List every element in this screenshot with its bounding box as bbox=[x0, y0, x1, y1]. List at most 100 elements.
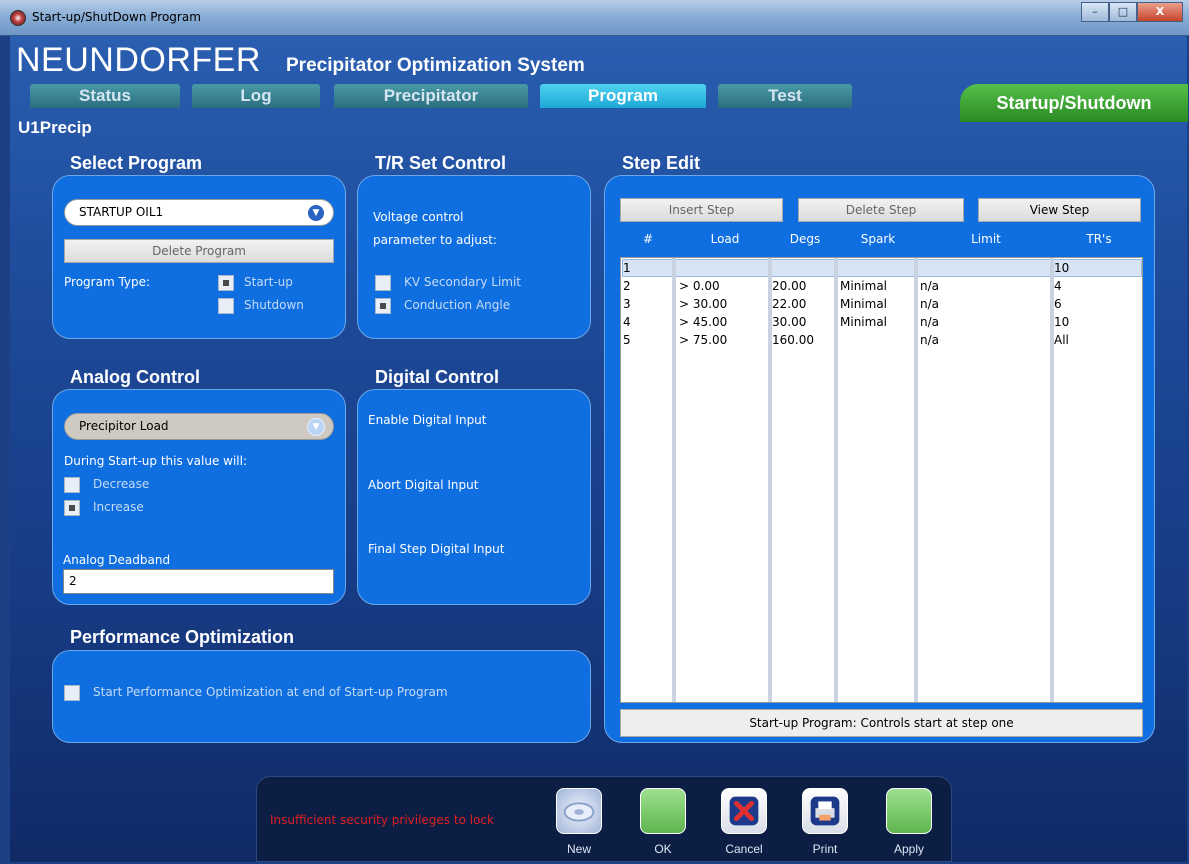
ok-button[interactable] bbox=[640, 788, 686, 834]
unit-label: U1Precip bbox=[18, 118, 92, 137]
conduction-angle-checkbox[interactable] bbox=[375, 298, 391, 314]
cell-load: > 75.00 bbox=[679, 333, 728, 347]
cell-num: 5 bbox=[623, 333, 631, 347]
tab-program[interactable]: Program bbox=[540, 84, 706, 108]
delete-step-button[interactable]: Delete Step bbox=[798, 198, 964, 222]
cell-num: 1 bbox=[623, 261, 631, 275]
tr-set-line1: Voltage control bbox=[373, 210, 464, 224]
table-row[interactable]: 5 > 75.00 160.00 n/a All bbox=[621, 331, 1142, 349]
analog-deadband-input[interactable]: 2 bbox=[63, 569, 334, 594]
tab-status[interactable]: Status bbox=[30, 84, 180, 108]
program-select-value: STARTUP OIL1 bbox=[79, 205, 164, 219]
printer-icon bbox=[810, 796, 840, 826]
cell-num: 2 bbox=[623, 279, 631, 293]
cancel-button[interactable] bbox=[721, 788, 767, 834]
table-row[interactable]: 3 > 30.00 22.00 Minimal n/a 6 bbox=[621, 295, 1142, 313]
column-header-num: # bbox=[642, 232, 654, 246]
apply-button[interactable] bbox=[886, 788, 932, 834]
window-title: Start-up/ShutDown Program bbox=[32, 10, 201, 24]
cell-load: > 30.00 bbox=[679, 297, 728, 311]
column-header-spark: Spark bbox=[860, 232, 896, 246]
table-row[interactable]: 4 > 45.00 30.00 Minimal n/a 10 bbox=[621, 313, 1142, 331]
program-select[interactable]: STARTUP OIL1 ▼ bbox=[64, 199, 334, 226]
select-program-title: Select Program bbox=[70, 153, 203, 173]
cell-trs: 4 bbox=[1054, 279, 1062, 293]
decrease-label: Decrease bbox=[93, 477, 150, 491]
tr-set-panel bbox=[357, 175, 591, 339]
startup-checkbox-label: Start-up bbox=[244, 275, 293, 289]
step-edit-title: Step Edit bbox=[622, 153, 701, 173]
delete-program-button[interactable]: Delete Program bbox=[64, 239, 334, 263]
window-controls: – □ X bbox=[1081, 2, 1183, 24]
startup-checkbox[interactable] bbox=[218, 275, 234, 291]
abort-digital-input-label: Abort Digital Input bbox=[368, 478, 479, 492]
cell-degs: 22.00 bbox=[772, 297, 807, 311]
print-button-label: Print bbox=[812, 842, 838, 856]
shutdown-checkbox-label: Shutdown bbox=[244, 298, 304, 312]
tab-test[interactable]: Test bbox=[718, 84, 852, 108]
close-button[interactable]: X bbox=[1137, 2, 1183, 22]
performance-optimization-label: Start Performance Optimization at end of… bbox=[93, 685, 448, 699]
brand-subtitle: Precipitator Optimization System bbox=[286, 55, 585, 76]
ok-button-label: OK bbox=[654, 842, 672, 856]
kv-secondary-limit-checkbox[interactable] bbox=[375, 275, 391, 291]
cell-spark: Minimal bbox=[840, 279, 888, 293]
cell-load: > 0.00 bbox=[679, 279, 720, 293]
kv-secondary-limit-label: KV Secondary Limit bbox=[404, 275, 522, 289]
performance-optimization-checkbox[interactable] bbox=[64, 685, 80, 701]
tab-log[interactable]: Log bbox=[192, 84, 320, 108]
increase-label: Increase bbox=[93, 500, 144, 514]
chevron-down-icon: ▼ bbox=[307, 204, 325, 222]
disc-icon bbox=[563, 802, 595, 822]
step-status-bar: Start-up Program: Controls start at step… bbox=[620, 709, 1143, 737]
analog-source-select[interactable]: Precipitor Load ▼ bbox=[64, 413, 334, 440]
performance-title: Performance Optimization bbox=[70, 627, 295, 647]
column-header-degs: Degs bbox=[789, 232, 821, 246]
chevron-down-icon: ▼ bbox=[307, 418, 325, 436]
cancel-button-label: Cancel bbox=[725, 842, 763, 856]
table-row[interactable]: 1 10 bbox=[621, 259, 1142, 277]
tr-set-line2: parameter to adjust: bbox=[373, 233, 497, 247]
print-button[interactable] bbox=[802, 788, 848, 834]
analog-during-label: During Start-up this value will: bbox=[64, 454, 247, 468]
cell-limit: n/a bbox=[920, 333, 940, 347]
window-titlebar: Start-up/ShutDown Program – □ X bbox=[0, 0, 1189, 36]
table-row[interactable]: 2 > 0.00 20.00 Minimal n/a 4 bbox=[621, 277, 1142, 295]
new-button-label: New bbox=[566, 842, 591, 856]
cell-trs: 10 bbox=[1054, 315, 1070, 329]
cell-degs: 20.00 bbox=[772, 279, 807, 293]
cell-spark: Minimal bbox=[840, 297, 888, 311]
section-tab-startup-shutdown: Startup/Shutdown bbox=[960, 84, 1188, 122]
cell-num: 3 bbox=[623, 297, 631, 311]
insert-step-button[interactable]: Insert Step bbox=[620, 198, 783, 222]
column-header-limit: Limit bbox=[971, 232, 1001, 246]
cell-spark: Minimal bbox=[840, 315, 888, 329]
cell-limit: n/a bbox=[920, 297, 940, 311]
final-step-digital-input-label: Final Step Digital Input bbox=[368, 542, 505, 556]
step-table[interactable]: 1 10 2 > 0.00 20.00 Minimal n/a 4 3 > 30… bbox=[620, 257, 1143, 703]
cell-limit: n/a bbox=[920, 279, 940, 293]
new-button[interactable] bbox=[556, 788, 602, 834]
analog-deadband-label: Analog Deadband bbox=[63, 553, 171, 567]
shutdown-checkbox[interactable] bbox=[218, 298, 234, 314]
cell-load: > 45.00 bbox=[679, 315, 728, 329]
column-header-trs: TR's bbox=[1086, 232, 1112, 246]
minimize-button[interactable]: – bbox=[1081, 2, 1109, 22]
view-step-button[interactable]: View Step bbox=[978, 198, 1141, 222]
cell-degs: 30.00 bbox=[772, 315, 807, 329]
conduction-angle-label: Conduction Angle bbox=[404, 298, 511, 312]
cell-trs: 10 bbox=[1054, 261, 1070, 275]
x-icon bbox=[729, 796, 759, 826]
security-warning: Insufficient security privileges to lock bbox=[270, 813, 494, 827]
cell-trs: 6 bbox=[1054, 297, 1062, 311]
brand-name: NEUNDORFER bbox=[16, 41, 261, 79]
tr-set-title: T/R Set Control bbox=[375, 153, 506, 173]
decrease-checkbox[interactable] bbox=[64, 477, 80, 493]
cell-num: 4 bbox=[623, 315, 631, 329]
cell-trs: All bbox=[1054, 333, 1069, 347]
cell-degs: 160.00 bbox=[772, 333, 814, 347]
tab-precipitator[interactable]: Precipitator bbox=[334, 84, 528, 108]
digital-control-title: Digital Control bbox=[375, 367, 499, 387]
increase-checkbox[interactable] bbox=[64, 500, 80, 516]
maximize-button[interactable]: □ bbox=[1109, 2, 1137, 22]
